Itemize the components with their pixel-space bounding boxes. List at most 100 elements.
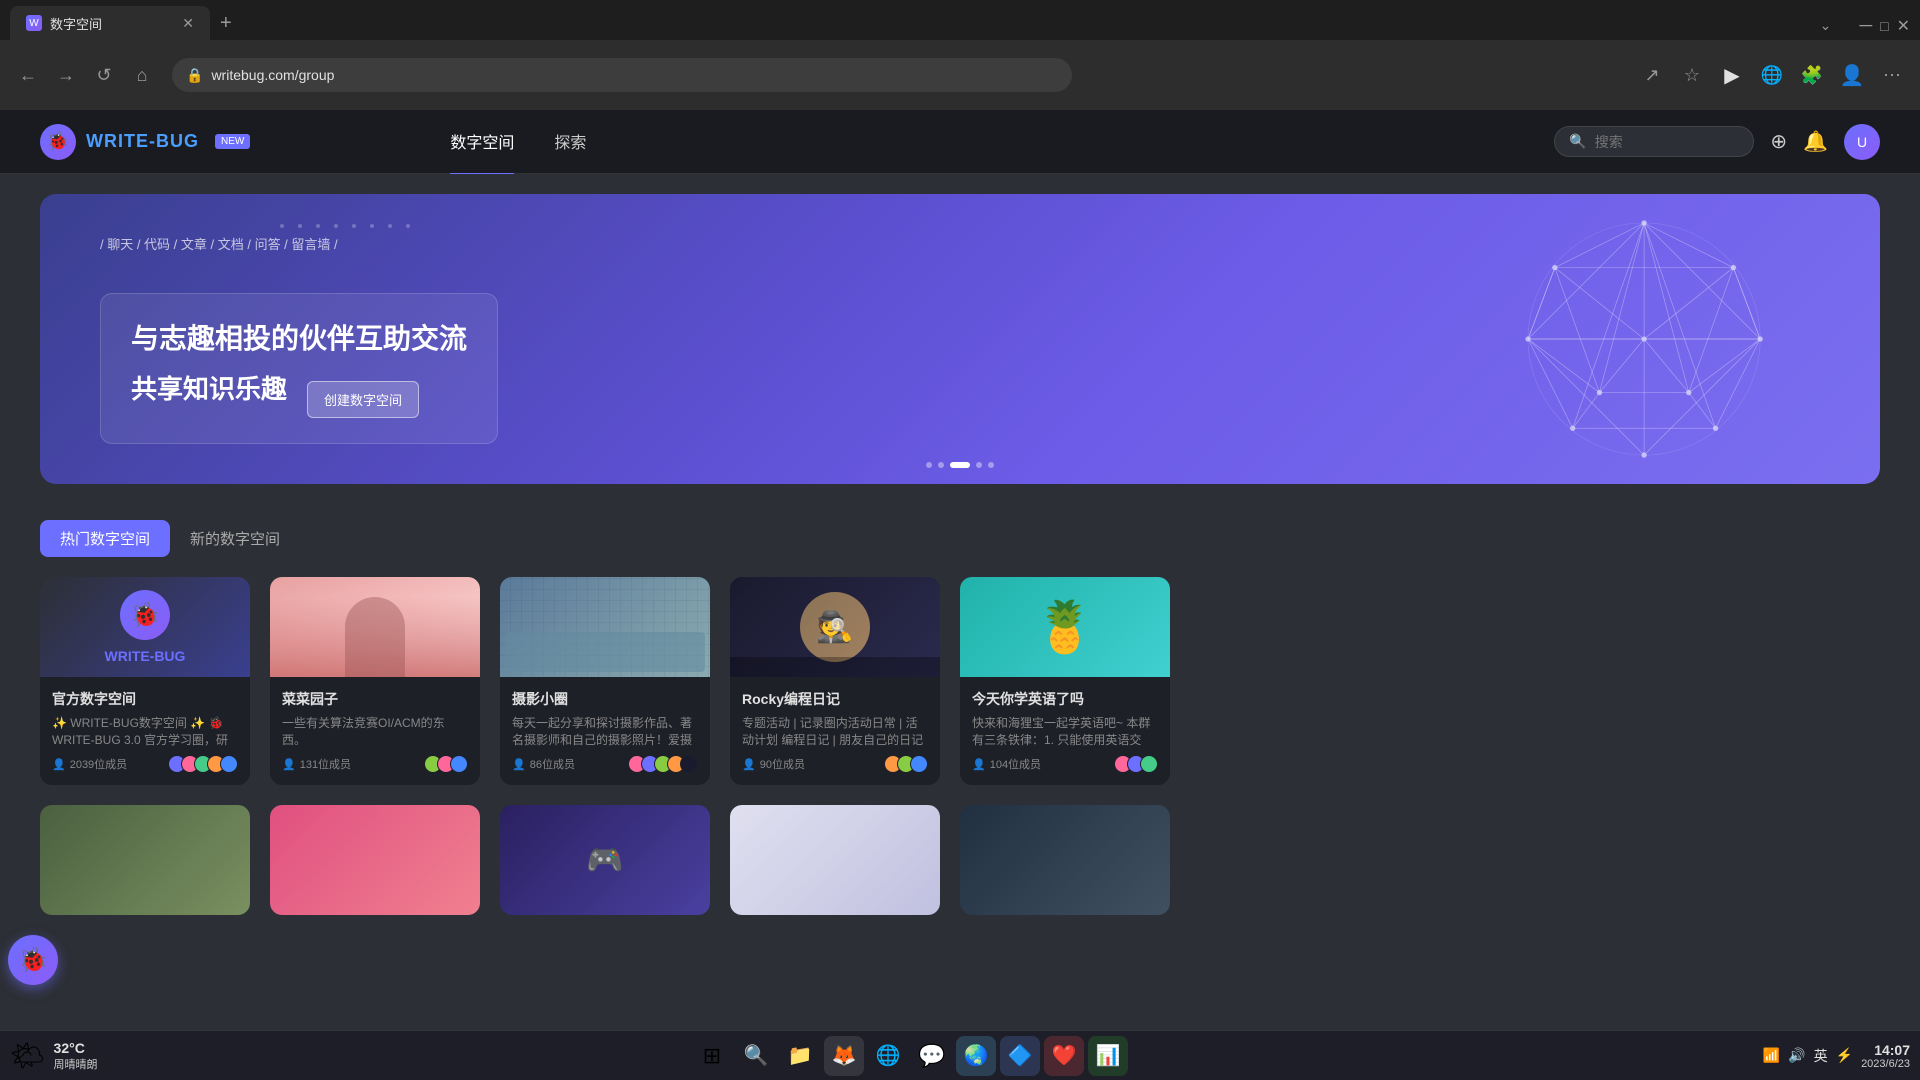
taskbar-app2[interactable]: 🔷 (1000, 1036, 1040, 1076)
battery-icon: ⚡ (1836, 1047, 1853, 1064)
card-row2-1[interactable] (40, 805, 250, 915)
banner-title-line1: 与志趣相投的伙伴互助交流 (131, 318, 467, 360)
card-title-rocky: Rocky编程日记 (742, 689, 928, 709)
search-input[interactable] (1595, 134, 1740, 150)
add-button[interactable]: ⊕ (1770, 129, 1787, 154)
share-icon[interactable]: ↗ (1636, 59, 1668, 91)
logo-icon: 🐞 (40, 124, 76, 160)
card-english[interactable]: 🍍 今天你学英语了吗 快来和海狸宝一起学英语吧~ 本群有三条铁律：1. 只能使用… (960, 577, 1170, 785)
card-img-rocky: 🕵️ (730, 577, 940, 677)
writebug-card-logo: 🐞 (120, 590, 170, 640)
card-title-garden: 菜菜园子 (282, 689, 468, 709)
taskbar-app1[interactable]: 🦊 (824, 1036, 864, 1076)
card-official[interactable]: 🐞 WRITE-BUG 官方数字空间 ✨ WRITE-BUG数字空间 ✨ 🐞 W… (40, 577, 250, 785)
card-footer-official: 👤 2039位成员 (52, 755, 238, 773)
taskbar-left: 🌤 32°C 周晴晴朗 (10, 1039, 210, 1072)
active-tab[interactable]: W 数字空间 ✕ (10, 6, 210, 40)
taskbar-right: 📶 🔊 英 ⚡ 14:07 2023/6/23 (1610, 1042, 1910, 1070)
taskbar-wechat[interactable]: 💬 (912, 1036, 952, 1076)
member-count-photo: 👤 86位成员 (512, 756, 575, 772)
card-desc-official: ✨ WRITE-BUG数字空间 ✨ 🐞 WRITE-BUG 3.0 官方学习圈，… (52, 715, 238, 747)
indicator-4 (976, 462, 982, 468)
close-window-button[interactable]: ✕ (1897, 16, 1910, 36)
card-footer-garden: 👤 131位成员 (282, 755, 468, 773)
weather-desc: 周晴晴朗 (54, 1056, 98, 1072)
address-bar[interactable]: 🔒 writebug.com/group (172, 58, 1072, 92)
extension-icon[interactable]: 🧩 (1796, 59, 1828, 91)
card-row2-img-1 (40, 805, 250, 915)
create-space-button[interactable]: 创建数字空间 (307, 381, 419, 418)
tab-controls: ⌄ ─ □ ✕ (1820, 15, 1910, 40)
taskbar-app3[interactable]: ❤️ (1044, 1036, 1084, 1076)
header-right: 🔍 ⊕ 🔔 U (1554, 124, 1880, 160)
edge-icon[interactable]: 🌐 (1756, 59, 1788, 91)
profile-icon[interactable]: 👤 (1836, 59, 1868, 91)
card-body-official: 官方数字空间 ✨ WRITE-BUG数字空间 ✨ 🐞 WRITE-BUG 3.0… (40, 677, 250, 785)
home-button[interactable]: ⌂ (126, 59, 158, 91)
new-tab-button[interactable]: + (210, 6, 242, 40)
member-count-garden: 👤 131位成员 (282, 756, 351, 772)
taskbar-browser[interactable]: 🌐 (868, 1036, 908, 1076)
maximize-button[interactable]: □ (1880, 18, 1888, 34)
taskbar-search-button[interactable]: 🔍 (736, 1036, 776, 1076)
back-button[interactable]: ← (12, 59, 44, 91)
clock: 14:07 2023/6/23 (1861, 1042, 1910, 1070)
card-row2-img-4 (730, 805, 940, 915)
member-count-english: 👤 104位成员 (972, 756, 1041, 772)
card-row2-2[interactable] (270, 805, 480, 915)
taskbar-excel[interactable]: 📊 (1088, 1036, 1128, 1076)
card-title-photo: 摄影小圈 (512, 689, 698, 709)
member-icon: 👤 (742, 758, 756, 771)
reload-button[interactable]: ↺ (88, 59, 120, 91)
logo-badge: NEW (215, 134, 250, 149)
settings-icon[interactable]: ⋯ (1876, 59, 1908, 91)
taskbar-files-button[interactable]: 📁 (780, 1036, 820, 1076)
member-avatars-rocky (889, 755, 928, 773)
card-img-official: 🐞 WRITE-BUG (40, 577, 250, 677)
tab-title: 数字空间 (50, 14, 102, 33)
bookmark-icon[interactable]: ☆ (1676, 59, 1708, 91)
tab-hot-spaces[interactable]: 热门数字空间 (40, 520, 170, 557)
forward-button[interactable]: → (50, 59, 82, 91)
writebug-card-name: WRITE-BUG (105, 648, 186, 664)
minimize-button[interactable]: ─ (1859, 15, 1872, 36)
user-avatar[interactable]: U (1844, 124, 1880, 160)
search-box[interactable]: 🔍 (1554, 126, 1754, 157)
card-title-english: 今天你学英语了吗 (972, 689, 1158, 709)
card-row2-5[interactable] (960, 805, 1170, 915)
floating-element[interactable]: 🐞 (8, 935, 58, 985)
system-icons: 📶 🔊 英 ⚡ (1763, 1046, 1853, 1066)
nav-explore[interactable]: 探索 (554, 109, 586, 175)
url-display: writebug.com/group (211, 67, 334, 83)
tab-bar: W 数字空间 ✕ + ⌄ ─ □ ✕ (0, 0, 1920, 40)
cards-grid-row1: 🐞 WRITE-BUG 官方数字空间 ✨ WRITE-BUG数字空间 ✨ 🐞 W… (0, 557, 1920, 805)
taskbar-center: ⊞ 🔍 📁 🦊 🌐 💬 🌏 🔷 ❤️ 📊 (210, 1036, 1610, 1076)
indicator-2 (938, 462, 944, 468)
page-content: 🐞 WRITE-BUG NEW 数字空间 探索 🔍 ⊕ 🔔 U / (0, 110, 1920, 1080)
browser-toolbar: ← → ↺ ⌂ 🔒 writebug.com/group ↗ ☆ ▶ 🌐 🧩 👤… (0, 40, 1920, 110)
card-rocky[interactable]: 🕵️ Rocky编程日记 专题活动 | 记录圈内活动日常 | 活动计划 编程日记… (730, 577, 940, 785)
card-photo[interactable]: 摄影小圈 每天一起分享和探讨摄影作品、著名摄影师和自己的摄影照片！爱摄影come… (500, 577, 710, 785)
taskbar-windows-button[interactable]: ⊞ (692, 1036, 732, 1076)
notification-icon[interactable]: 🔔 (1803, 129, 1828, 154)
card-img-photo (500, 577, 710, 677)
card-row2-4[interactable] (730, 805, 940, 915)
tab-list-button[interactable]: ⌄ (1820, 17, 1832, 34)
mini-avatar (680, 755, 698, 773)
mini-avatar (220, 755, 238, 773)
nav-digital-space[interactable]: 数字空间 (450, 109, 514, 175)
mini-avatar (910, 755, 928, 773)
card-img-garden (270, 577, 480, 677)
site-header: 🐞 WRITE-BUG NEW 数字空间 探索 🔍 ⊕ 🔔 U (0, 110, 1920, 174)
floating-bubble[interactable]: 🐞 (8, 935, 58, 985)
play-icon[interactable]: ▶ (1716, 59, 1748, 91)
card-row2-3[interactable]: 🎮 (500, 805, 710, 915)
taskbar-globe[interactable]: 🌏 (956, 1036, 996, 1076)
member-avatars-photo (633, 755, 698, 773)
input-lang[interactable]: 英 (1814, 1046, 1828, 1066)
card-body-garden: 菜菜园子 一些有关算法竞赛OI/ACM的东西。 👤 131位成员 (270, 677, 480, 785)
tab-new-spaces[interactable]: 新的数字空间 (170, 520, 300, 557)
tab-close-button[interactable]: ✕ (182, 15, 194, 32)
card-garden[interactable]: 菜菜园子 一些有关算法竞赛OI/ACM的东西。 👤 131位成员 (270, 577, 480, 785)
banner-content-box: 与志趣相投的伙伴互助交流 共享知识乐趣 创建数字空间 (100, 293, 498, 444)
